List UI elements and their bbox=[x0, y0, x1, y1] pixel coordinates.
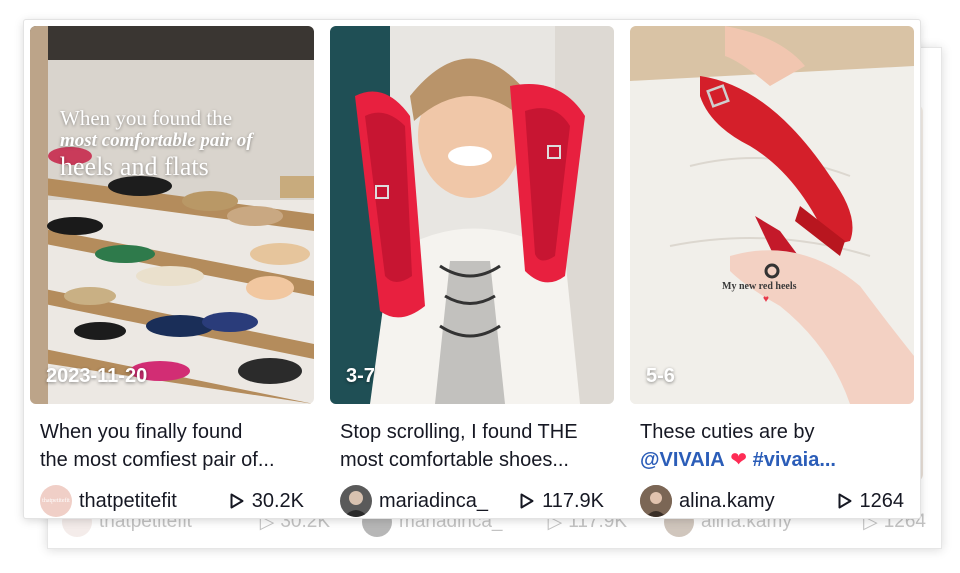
video-meta: mariadinca_ 117.9K bbox=[330, 484, 614, 518]
author-name[interactable]: mariadinca_ bbox=[379, 490, 488, 513]
heart-icon: ❤ bbox=[730, 449, 748, 471]
video-card-2[interactable]: 3-7 Stop scrolling, I found THE most com… bbox=[330, 26, 614, 518]
avatar-photo bbox=[640, 485, 672, 517]
mention-link[interactable]: @VIVAIA bbox=[640, 449, 725, 471]
play-count: 30.2K bbox=[230, 490, 304, 513]
avatar[interactable] bbox=[640, 485, 672, 517]
shoe-shelf-image bbox=[30, 26, 314, 404]
avatar[interactable]: thatpetitefit bbox=[40, 485, 72, 517]
play-count-value: 30.2K bbox=[251, 489, 304, 512]
thumbnail-overlay-text: When you found the most comfortable pair… bbox=[60, 106, 253, 181]
avatar-photo bbox=[344, 491, 368, 517]
red-flats-image bbox=[330, 26, 614, 404]
video-caption[interactable]: When you finally found the most comfiest… bbox=[30, 418, 314, 474]
play-count: 117.9K bbox=[520, 490, 604, 513]
video-thumbnail[interactable]: 3-7 bbox=[330, 26, 614, 404]
video-thumbnail[interactable]: My new red heels ♥ 5-6 bbox=[630, 26, 914, 404]
play-icon bbox=[520, 493, 534, 509]
avatar-logo-text: thatpetitefit bbox=[42, 497, 70, 504]
play-count: 1264 bbox=[838, 489, 905, 513]
play-icon bbox=[838, 493, 851, 509]
heart-icon: ♥ bbox=[763, 294, 769, 305]
video-cards-panel: When you found the most comfortable pair… bbox=[24, 20, 920, 518]
video-card-1[interactable]: When you found the most comfortable pair… bbox=[30, 26, 314, 518]
video-meta: thatpetitefit thatpetitefit 30.2K bbox=[30, 484, 314, 518]
play-count-value: 117.9K bbox=[542, 489, 604, 512]
video-thumbnail[interactable]: When you found the most comfortable pair… bbox=[30, 26, 314, 404]
video-caption[interactable]: Stop scrolling, I found THE most comfort… bbox=[330, 418, 614, 474]
video-caption[interactable]: These cuties are by @VIVAIA ❤ #vivaia... bbox=[630, 418, 914, 474]
play-count-value: 1264 bbox=[859, 489, 905, 512]
author-name[interactable]: alina.kamy bbox=[679, 490, 775, 513]
play-icon bbox=[230, 493, 244, 509]
thumbnail-date-label: 2023-11-20 bbox=[46, 365, 148, 387]
thumbnail-date-label: 3-7 bbox=[346, 365, 375, 387]
red-heels-image bbox=[630, 26, 914, 404]
avatar[interactable] bbox=[340, 485, 372, 517]
author-name[interactable]: thatpetitefit bbox=[79, 490, 177, 513]
video-meta: alina.kamy 1264 bbox=[630, 484, 914, 518]
thumbnail-date-label: 5-6 bbox=[646, 365, 675, 387]
video-card-3[interactable]: My new red heels ♥ 5-6 These cuties are … bbox=[630, 26, 914, 518]
hashtag-link[interactable]: #vivaia... bbox=[753, 449, 836, 471]
thumbnail-overlay-caption: My new red heels bbox=[722, 281, 797, 292]
